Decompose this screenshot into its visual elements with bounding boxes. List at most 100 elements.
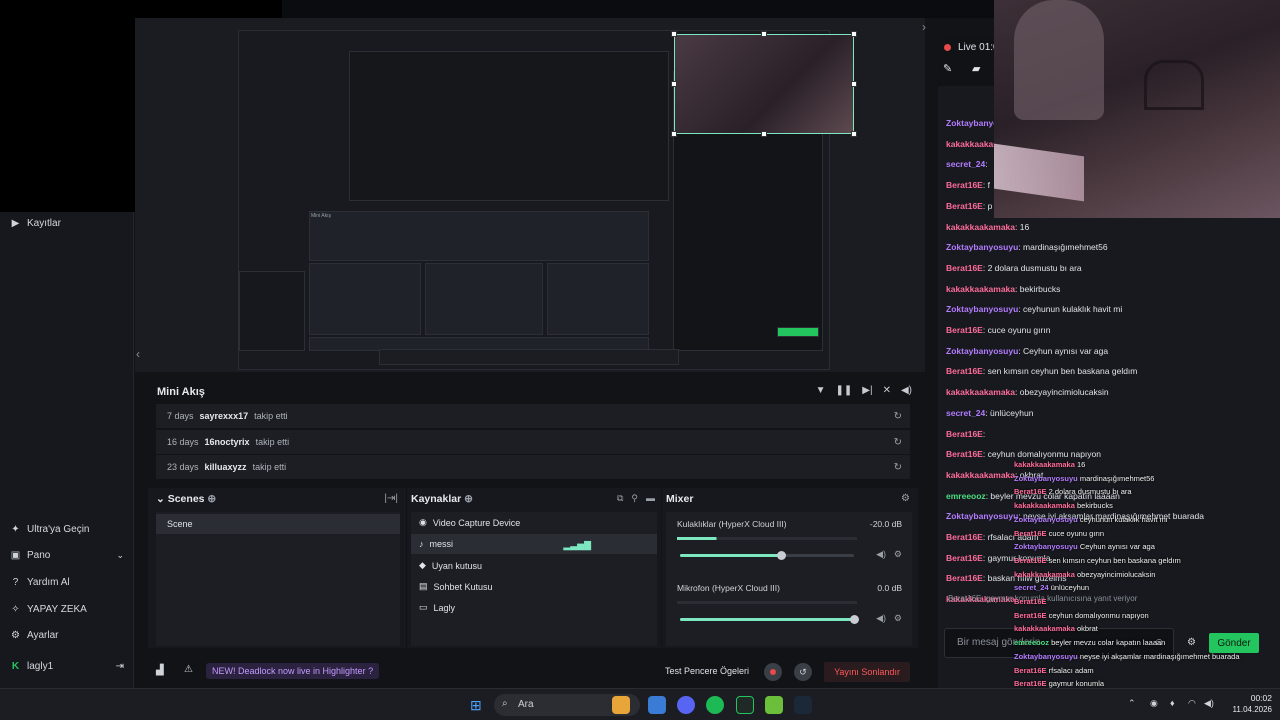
sidebar-user[interactable]: K lagly1 ⇥ bbox=[10, 661, 124, 672]
chat-username[interactable]: kakakkaakamaka bbox=[946, 387, 1015, 397]
volume-icon[interactable]: ◀) bbox=[1204, 698, 1214, 709]
resize-handle[interactable] bbox=[671, 81, 677, 87]
gear-icon[interactable]: ⚙ bbox=[894, 549, 902, 560]
scene-item[interactable]: Scene bbox=[156, 514, 400, 534]
chat-username[interactable]: kakakkaakamaka bbox=[946, 222, 1015, 232]
source-item[interactable]: ▤ Sohbet Kutusu bbox=[419, 581, 493, 592]
chat-username[interactable]: Berat16E bbox=[1014, 597, 1047, 606]
discord-icon[interactable] bbox=[677, 696, 695, 714]
sidebar-item-help[interactable]: ? Yardım Al bbox=[10, 577, 70, 588]
chat-message[interactable]: Berat16E: 2 dolara dusmustu bı ara bbox=[946, 263, 1082, 273]
chat-username[interactable]: kakakkaakamaka bbox=[1014, 570, 1075, 579]
volume-slider-knob[interactable] bbox=[776, 551, 786, 560]
microphone-icon[interactable]: ♦ bbox=[1170, 698, 1175, 708]
copy-icon[interactable]: ⧉ bbox=[617, 493, 623, 504]
clock-time[interactable]: 00:02 bbox=[1222, 693, 1272, 703]
resize-handle[interactable] bbox=[851, 131, 857, 137]
chat-username[interactable]: kakakkaakamaka bbox=[946, 470, 1015, 480]
sidebar-item-settings[interactable]: ⚙ Ayarlar bbox=[10, 630, 58, 641]
chat-username[interactable]: kakakkaakamaka bbox=[1014, 624, 1075, 633]
news-badge[interactable]: NEW! Deadlock now live in Highlighter ? bbox=[206, 663, 380, 679]
network-icon[interactable]: ◠ bbox=[1188, 698, 1196, 709]
chat-username[interactable]: Berat16E bbox=[946, 449, 983, 459]
resize-handle[interactable] bbox=[671, 131, 677, 137]
chat-message[interactable]: Berat16E: cuce oyunu gırın bbox=[946, 325, 1050, 335]
chat-message[interactable]: emreeooz beyler mevzu colar kapatın laaa… bbox=[1014, 638, 1165, 647]
chat-username[interactable]: Zoktaybanyosuyu bbox=[946, 346, 1018, 356]
gear-icon[interactable]: ⚙ bbox=[894, 613, 902, 624]
chat-message[interactable]: kakakkaakamaka 16 bbox=[1014, 460, 1085, 469]
chat-username[interactable]: Zoktaybanyosuyu bbox=[1014, 474, 1078, 483]
mute-alerts-icon[interactable]: ✕ bbox=[883, 385, 891, 396]
sidebar-item-dashboard[interactable]: ▣ Pano ⌄ bbox=[10, 550, 124, 561]
chat-message[interactable]: Zoktaybanyosuyu neyse iyi akşamlar mardi… bbox=[1014, 652, 1240, 661]
add-source-icon[interactable]: ⊕ bbox=[464, 493, 473, 505]
logout-icon[interactable]: ⇥ bbox=[116, 661, 124, 672]
chat-message[interactable]: secret_24 ünlüceyhun bbox=[1014, 583, 1089, 592]
notification-icon[interactable]: ⚠ bbox=[184, 664, 193, 675]
chat-username[interactable]: Zoktaybanyosuyu bbox=[1014, 515, 1078, 524]
replay-icon[interactable]: ↻ bbox=[894, 462, 902, 473]
chat-username[interactable]: kakakkaakamaka bbox=[1014, 501, 1075, 510]
chat-message[interactable]: Berat16E: f bbox=[946, 180, 990, 190]
folder-icon[interactable]: ▰ bbox=[972, 62, 980, 75]
resize-handle[interactable] bbox=[851, 81, 857, 87]
chat-username[interactable]: Zoktaybanyosuyu bbox=[946, 242, 1018, 252]
send-button[interactable]: Gönder bbox=[1209, 633, 1259, 653]
chat-username[interactable]: kakakkaakamaka bbox=[1014, 460, 1075, 469]
sidebar-item-ai[interactable]: ✧ YAPAY ZEKA bbox=[10, 604, 87, 615]
chat-username[interactable]: Zoktaybanyosuyu bbox=[1014, 652, 1078, 661]
source-item[interactable]: ◆ Uyan kutusu bbox=[419, 560, 482, 571]
chat-settings-icon[interactable]: ⚙ bbox=[1187, 637, 1196, 648]
collapse-left-icon[interactable]: ‹ bbox=[136, 347, 140, 361]
chat-message[interactable]: Berat16E: bbox=[946, 429, 985, 439]
tray-chevron-icon[interactable]: ⌃ bbox=[1128, 698, 1136, 709]
chat-username[interactable]: Berat16E bbox=[946, 263, 983, 273]
chat-message[interactable]: kakakkaakamaka obezyayincimiolucaksin bbox=[1014, 570, 1155, 579]
chat-message[interactable]: Berat16E rfsalacı adam bbox=[1014, 666, 1094, 675]
chat-message[interactable]: kakakkaakamaka: 16 bbox=[946, 222, 1029, 232]
replay-icon[interactable]: ↻ bbox=[894, 411, 902, 422]
chat-username[interactable]: Zoktaybanyosuyu bbox=[946, 511, 1018, 521]
chat-message[interactable]: kakakkaakamaka: obezyayincimiolucaksin bbox=[946, 387, 1109, 397]
chat-username[interactable]: Berat16E bbox=[1014, 529, 1047, 538]
chat-username[interactable]: emreeooz bbox=[946, 491, 986, 501]
end-stream-button[interactable]: Yayını Sonlandır bbox=[824, 662, 910, 682]
chat-username[interactable]: kakakkaakamaka bbox=[946, 284, 1015, 294]
sidebar-item-ultra[interactable]: ✦ Ultra'ya Geçin bbox=[10, 524, 89, 535]
chat-message[interactable]: Berat16E ceyhun domalıyonmu napıyon bbox=[1014, 611, 1149, 620]
test-widgets-button[interactable]: Test Pencere Ögeleri bbox=[665, 666, 749, 676]
chat-message[interactable]: Berat16E: ceyhun domalıyonmu napıyon bbox=[946, 449, 1101, 459]
chat-username[interactable]: Zoktaybanyosuyu bbox=[1014, 542, 1078, 551]
chat-message[interactable]: Zoktaybanyosuyu ceyhunun kulaklık havit … bbox=[1014, 515, 1167, 524]
edit-icon[interactable]: ✎ bbox=[943, 62, 952, 75]
game-icon[interactable] bbox=[765, 696, 783, 714]
chat-username[interactable]: Berat16E bbox=[946, 429, 983, 439]
chat-message[interactable]: Zoktaybanyosuyu: ceyhunun kulaklık havit… bbox=[946, 304, 1122, 314]
streaming-app-icon[interactable] bbox=[736, 696, 754, 714]
sidebar-item-recordings[interactable]: ▶ Kayıtlar bbox=[10, 218, 61, 229]
chat-message[interactable]: Zoktaybanyosuyu Ceyhun aynısı var aga bbox=[1014, 542, 1155, 551]
chat-username[interactable]: Berat16E bbox=[1014, 679, 1047, 688]
filter-icon[interactable]: ▼ bbox=[816, 385, 826, 396]
chat-username[interactable]: Berat16E bbox=[946, 366, 983, 376]
chat-username[interactable]: Berat16E bbox=[946, 201, 983, 211]
skip-icon[interactable]: ▶| bbox=[862, 385, 872, 396]
tray-app-icon[interactable]: ◉ bbox=[1150, 698, 1158, 709]
source-item[interactable]: ◉ Video Capture Device bbox=[419, 517, 520, 528]
windows-start-icon[interactable]: ⊞ bbox=[470, 697, 482, 714]
volume-slider-knob[interactable] bbox=[850, 615, 859, 624]
add-scene-icon[interactable]: ⊕ bbox=[207, 493, 216, 505]
chat-message[interactable]: Berat16E gaymur konumla bbox=[1014, 679, 1104, 688]
chat-message[interactable]: Zoktaybanyosuyu: mardinaşığımehmet56 bbox=[946, 242, 1108, 252]
chat-username[interactable]: Berat16E bbox=[946, 553, 983, 563]
chat-message[interactable]: secret_24: ünlüceyhun bbox=[946, 408, 1033, 418]
chat-username[interactable]: Berat16E bbox=[1014, 666, 1047, 675]
chat-message[interactable]: Berat16E: sen kımsın ceyhun ben baskana … bbox=[946, 366, 1137, 376]
app-icon[interactable] bbox=[648, 696, 666, 714]
chat-username[interactable]: secret_24 bbox=[946, 408, 985, 418]
source-item[interactable]: ♪ messi bbox=[419, 539, 453, 549]
mixer-settings-icon[interactable]: ⚙ bbox=[901, 493, 910, 504]
scene-transition-icon[interactable]: |⇥| bbox=[384, 493, 398, 504]
replay-icon[interactable]: ↻ bbox=[894, 437, 902, 448]
